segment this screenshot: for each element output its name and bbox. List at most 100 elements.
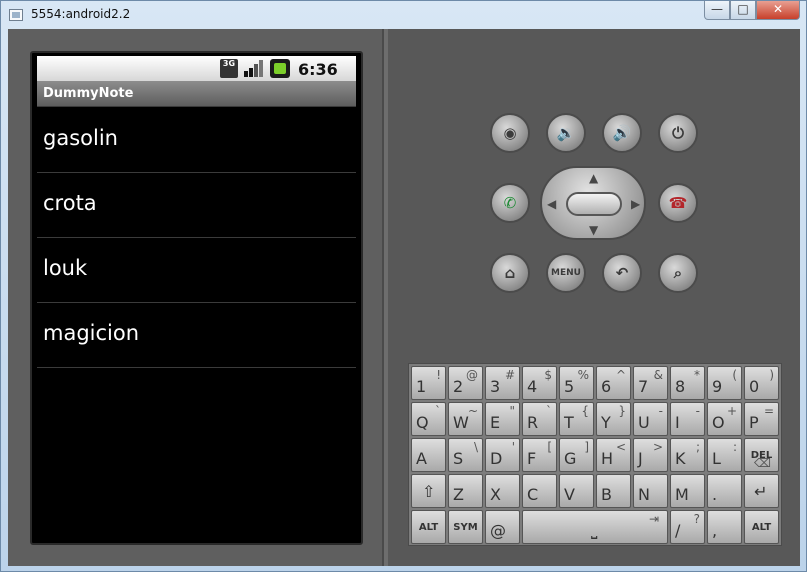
key-t[interactable]: T{ xyxy=(559,402,594,436)
key-at[interactable]: @ xyxy=(485,510,520,544)
list-item-label: crota xyxy=(43,191,97,215)
space-icon: ⎵ xyxy=(591,520,598,539)
list-item[interactable]: gasolin xyxy=(37,108,356,173)
key-w[interactable]: W ~ xyxy=(448,402,483,436)
maximize-button[interactable]: □ xyxy=(730,1,756,20)
key-x[interactable]: X xyxy=(485,474,520,508)
clock-time: 6:36 xyxy=(298,60,338,79)
battery-icon xyxy=(270,59,290,78)
key-2[interactable]: 2 @ xyxy=(448,366,483,400)
key-k[interactable]: K; xyxy=(670,438,705,472)
key-period[interactable]: . xyxy=(707,474,742,508)
key-g[interactable]: G] xyxy=(559,438,594,472)
key-5[interactable]: 5% xyxy=(559,366,594,400)
key-8[interactable]: 8 * xyxy=(670,366,705,400)
call-button[interactable]: ✆ xyxy=(490,183,530,223)
key-space[interactable]: ⎵ ⇥ xyxy=(522,510,668,544)
dpad-left-icon[interactable]: ◀ xyxy=(547,197,556,211)
key-v[interactable]: V xyxy=(559,474,594,508)
minimize-button[interactable]: — xyxy=(704,1,730,20)
key-l[interactable]: L: xyxy=(707,438,742,472)
camera-icon: ◉ xyxy=(503,124,517,142)
status-bar: 3G 6:36 AM xyxy=(37,56,356,97)
dpad-up-icon[interactable]: ▲ xyxy=(589,171,598,185)
emulator-window-icon xyxy=(9,9,23,21)
end-call-button[interactable]: ☎ xyxy=(658,183,698,223)
key-e[interactable]: E " xyxy=(485,402,520,436)
dpad-down-icon[interactable]: ▼ xyxy=(589,223,598,237)
back-button[interactable]: ↶ xyxy=(602,253,642,293)
search-button[interactable]: ⌕ xyxy=(658,253,698,293)
list-item-label: magicion xyxy=(43,321,140,345)
note-list: gasolin crota louk magicion xyxy=(37,108,356,368)
key-j[interactable]: J > xyxy=(633,438,668,472)
list-item[interactable]: louk xyxy=(37,238,356,303)
key-9[interactable]: 9( xyxy=(707,366,742,400)
key-f[interactable]: F[ xyxy=(522,438,557,472)
key-q[interactable]: Q ` xyxy=(411,402,446,436)
key-alt-left[interactable]: ALT xyxy=(411,510,446,544)
search-icon: ⌕ xyxy=(673,264,683,282)
window-controls: — □ ✕ xyxy=(704,1,800,21)
home-icon: ⌂ xyxy=(504,264,516,282)
key-a[interactable]: A xyxy=(411,438,446,472)
key-d[interactable]: D ' xyxy=(485,438,520,472)
key-comma[interactable]: , xyxy=(707,510,742,544)
key-m[interactable]: M xyxy=(670,474,705,508)
key-h[interactable]: H < xyxy=(596,438,631,472)
camera-button[interactable]: ◉ xyxy=(490,113,530,153)
volume-down-icon: 🔉 xyxy=(556,124,576,142)
key-enter[interactable]: ↵ xyxy=(744,474,779,508)
key-u[interactable]: U- xyxy=(633,402,668,436)
key-p[interactable]: P = xyxy=(744,402,779,436)
end-call-icon: ☎ xyxy=(668,194,688,212)
key-shift[interactable]: ⇧ xyxy=(411,474,446,508)
list-item-label: louk xyxy=(43,256,88,280)
network-3g-icon: 3G xyxy=(220,59,238,78)
volume-down-button[interactable]: 🔉 xyxy=(546,113,586,153)
key-c[interactable]: C xyxy=(522,474,557,508)
menu-button[interactable]: MENU xyxy=(546,253,586,293)
close-button[interactable]: ✕ xyxy=(756,1,800,20)
power-button[interactable]: ⏻ xyxy=(658,113,698,153)
key-6[interactable]: 6 ^ xyxy=(596,366,631,400)
key-y[interactable]: Y} xyxy=(596,402,631,436)
tab-icon: ⇥ xyxy=(648,512,659,526)
key-slash[interactable]: /? xyxy=(670,510,705,544)
power-icon: ⏻ xyxy=(672,124,684,142)
key-3[interactable]: 3 # xyxy=(485,366,520,400)
key-b[interactable]: B xyxy=(596,474,631,508)
volume-up-button[interactable]: 🔊 xyxy=(602,113,642,153)
title-bar: 5554:android2.2 — □ ✕ xyxy=(1,1,806,29)
dpad-center-button[interactable] xyxy=(566,192,622,216)
key-4[interactable]: 4 $ xyxy=(522,366,557,400)
key-i[interactable]: I- xyxy=(670,402,705,436)
app-title: DummyNote xyxy=(43,86,134,101)
shift-icon: ⇧ xyxy=(422,482,436,501)
list-item-label: gasolin xyxy=(43,126,118,150)
key-o[interactable]: O + xyxy=(707,402,742,436)
key-s[interactable]: S \ xyxy=(448,438,483,472)
signal-icon xyxy=(243,59,265,78)
dpad[interactable]: ▲ ▼ ◀ ▶ xyxy=(540,166,646,240)
key-r[interactable]: R ` xyxy=(522,402,557,436)
key-n[interactable]: N xyxy=(633,474,668,508)
key-sym[interactable]: SYM xyxy=(448,510,483,544)
hardware-controls: ◉ 🔉 🔊 ⏻ ✆ ▲ ▼ ◀ ▶ ☎ ⌂ MENU ↶ ⌕ 1! 2 @ 3 # xyxy=(388,29,800,566)
home-button[interactable]: ⌂ xyxy=(490,253,530,293)
key-0[interactable]: 0) xyxy=(744,366,779,400)
emulator-client-area: 3G 6:36 A M xyxy=(8,29,800,566)
key-alt-right[interactable]: ALT xyxy=(744,510,779,544)
key-z[interactable]: Z xyxy=(448,474,483,508)
dpad-right-icon[interactable]: ▶ xyxy=(631,197,640,211)
emulator-window: 5554:android2.2 — □ ✕ 3G 6:36 DummyNote … xyxy=(0,0,807,572)
android-screen: 3G 6:36 AM xyxy=(30,51,363,545)
key-7[interactable]: 7 & xyxy=(633,366,668,400)
device-screen-panel: 3G 6:36 AM xyxy=(8,29,384,566)
list-item[interactable]: crota xyxy=(37,173,356,238)
key-delete[interactable]: DEL ⌫ xyxy=(744,438,779,472)
key-1[interactable]: 1! xyxy=(411,366,446,400)
list-item[interactable]: magicion xyxy=(37,303,356,368)
call-icon: ✆ xyxy=(503,194,517,212)
window-title: 5554:android2.2 xyxy=(31,7,131,21)
